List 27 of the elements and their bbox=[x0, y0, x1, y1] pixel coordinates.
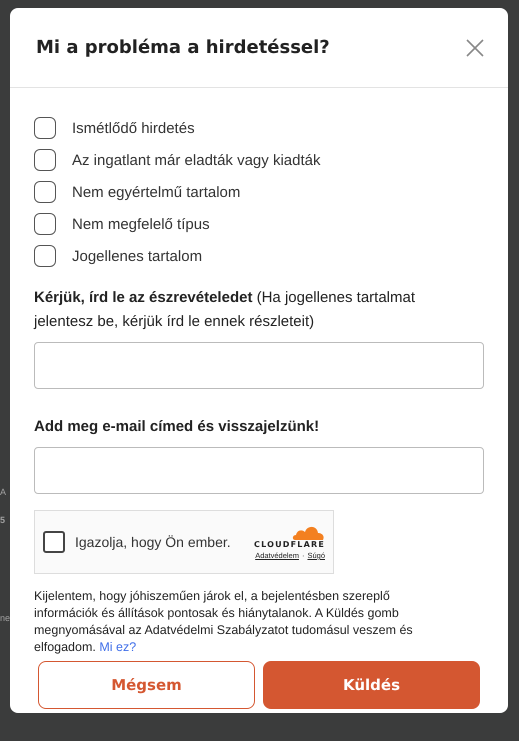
checkbox[interactable] bbox=[34, 149, 56, 171]
checkbox[interactable] bbox=[34, 181, 56, 203]
background-text: ne bbox=[0, 612, 10, 624]
checkbox[interactable] bbox=[34, 245, 56, 267]
field-label: Kérjük, írd le az észrevételedet (Ha jogellenes tartalmat jelentesz be, kérjük írd le ennek részleteit) bbox=[34, 289, 416, 330]
checkbox-label: Nem egyértelmű tartalom bbox=[72, 184, 240, 200]
email-field[interactable] bbox=[34, 447, 484, 494]
cancel-button[interactable]: Mégsem bbox=[38, 661, 255, 709]
brand-text: CLOUDFLARE bbox=[254, 540, 325, 549]
captcha-checkbox[interactable] bbox=[43, 531, 65, 553]
checkbox-label: Ismétlődő hirdetés bbox=[72, 120, 195, 136]
checkbox[interactable] bbox=[34, 117, 56, 139]
close-button[interactable] bbox=[464, 36, 486, 58]
send-button[interactable]: Küldés bbox=[263, 661, 480, 709]
comment-field[interactable] bbox=[34, 342, 484, 389]
cloud-icon bbox=[291, 524, 325, 540]
captcha-label: Igazolja, hogy Ön ember. bbox=[75, 534, 232, 550]
checkbox[interactable] bbox=[34, 213, 56, 235]
checkbox-label: Nem megfelelő típus bbox=[72, 216, 210, 232]
info-link[interactable]: Mi ez? bbox=[99, 640, 136, 654]
checkbox-label: Az ingatlant már eladták vagy kiadták bbox=[72, 152, 320, 168]
field-label: Add meg e-mail címed és visszajelzünk! bbox=[34, 418, 320, 435]
disclaimer-text: Kijelentem, hogy jóhiszeműen járok el, a bejelentésben szereplő információk és állítások pontosak és hiánytalanok. A Küldés gomb megnyomásával az Adatvédelmi Szabályzatot tudomásul veszem és elfogadom. Mi ez? bbox=[34, 588, 414, 656]
background-text: A bbox=[0, 486, 8, 498]
checkbox-label: Jogellenes tartalom bbox=[72, 248, 202, 264]
background-text: 5 bbox=[0, 514, 6, 526]
dialog-title: Mi a probléma a hirdetéssel? bbox=[36, 37, 330, 58]
